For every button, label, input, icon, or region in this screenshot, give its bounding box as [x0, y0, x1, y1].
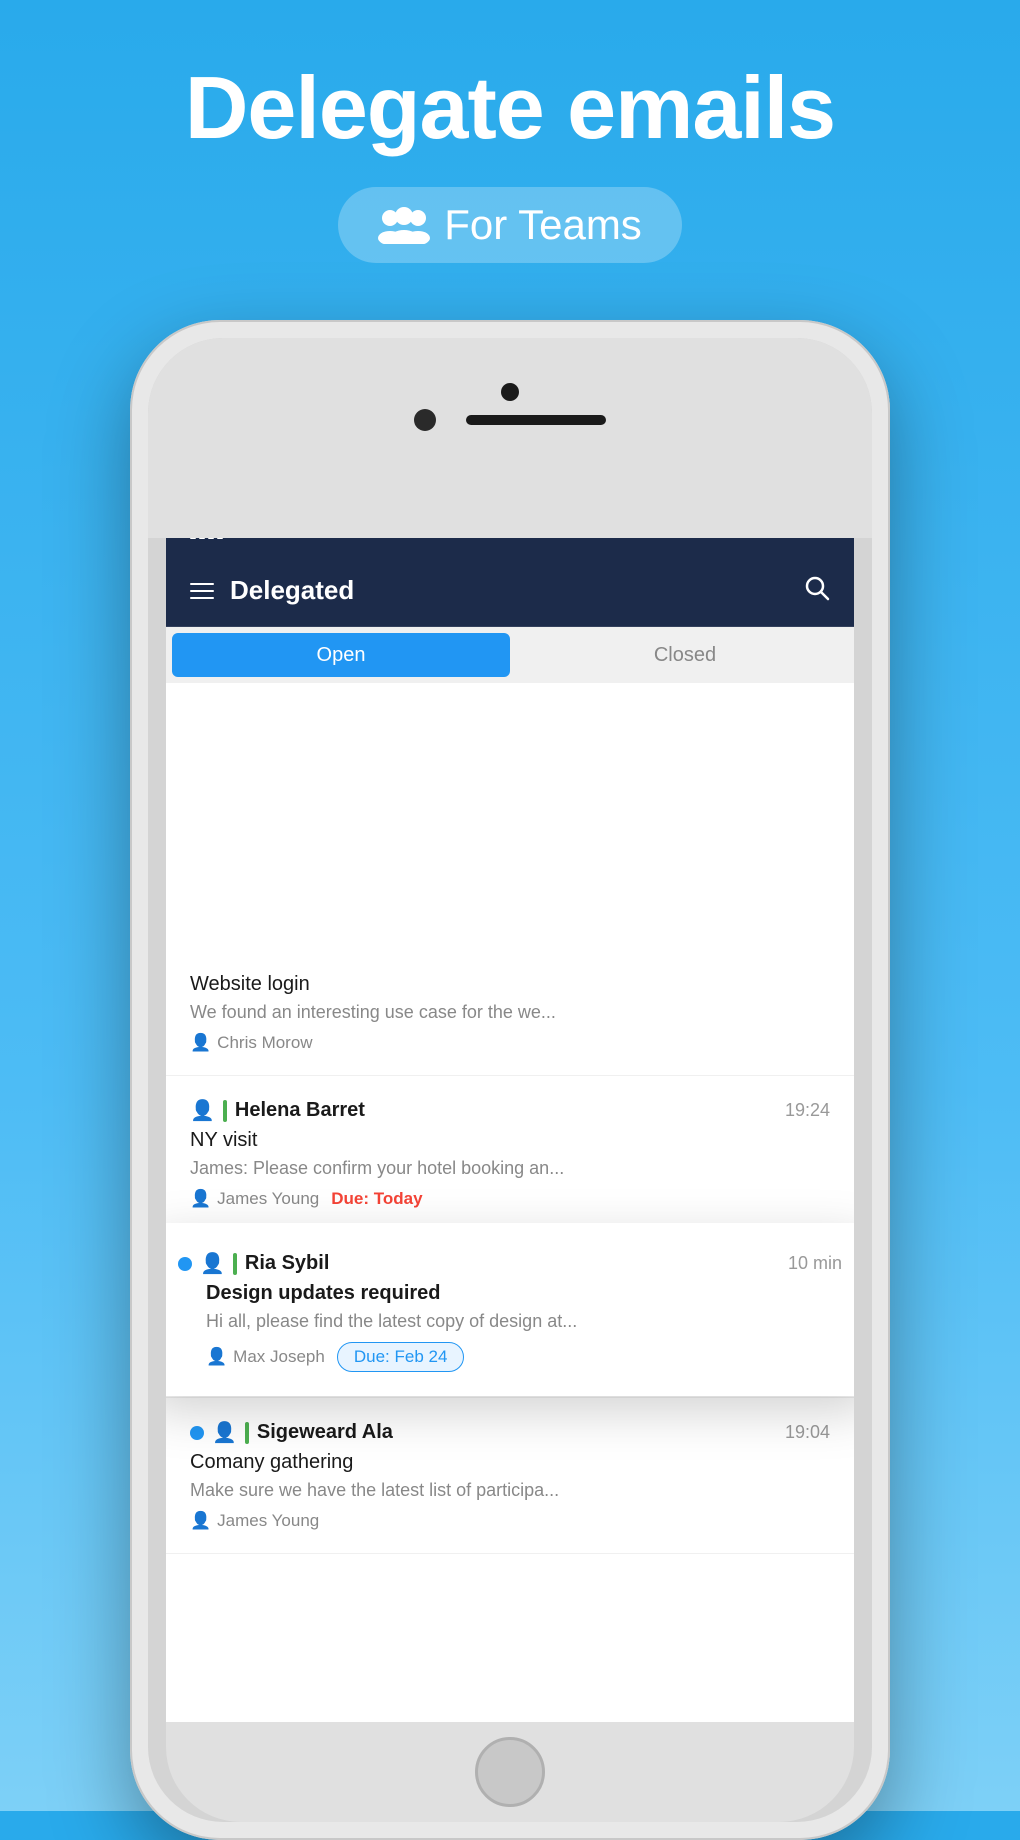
hamburger-line-3 — [190, 597, 214, 599]
priority-bar-5 — [245, 1422, 249, 1444]
email-item-top-5: 👤 Sigeweard Ala 19:04 — [190, 1420, 830, 1445]
menu-button[interactable] — [190, 583, 214, 599]
assignee-5: 👤 James Young — [190, 1511, 319, 1531]
assignee-name: Max Joseph — [233, 1347, 325, 1367]
email-preview-5: Make sure we have the latest list of par… — [190, 1480, 830, 1501]
front-camera-dot — [501, 383, 519, 401]
assignee-icon: 👤 — [206, 1347, 227, 1367]
email-meta-5: 👤 James Young — [190, 1511, 830, 1531]
assignee: 👤 Max Joseph — [206, 1347, 325, 1367]
email-item-top: 👤 Ria Sybil 10 min — [178, 1251, 842, 1276]
hero-section: Delegate emails For Teams — [0, 0, 1020, 263]
speaker-bar — [466, 415, 606, 425]
tab-open[interactable]: Open — [172, 633, 510, 677]
tabs-bar: Open Closed — [166, 627, 854, 683]
email-subject: Design updates required — [178, 1282, 842, 1305]
assignee-2: 👤 Chris Morow — [190, 1033, 313, 1053]
phone-screen: Readdle ∿ 12:21 — [166, 503, 854, 1722]
priority-bar-3 — [223, 1100, 227, 1122]
email-time-3: 19:24 — [785, 1100, 830, 1121]
sender-name: Ria Sybil — [245, 1252, 329, 1275]
search-icon — [804, 575, 830, 601]
assignee-3: 👤 James Young — [190, 1189, 319, 1209]
person-icon: 👤 — [200, 1251, 225, 1276]
due-badge-red: Due: Today — [331, 1189, 422, 1209]
hamburger-line-2 — [190, 590, 214, 592]
hamburger-line-1 — [190, 583, 214, 585]
assignee-icon-2: 👤 — [190, 1033, 211, 1053]
assignee-icon-3: 👤 — [190, 1189, 211, 1209]
email-preview: Hi all, please find the latest copy of d… — [178, 1311, 842, 1332]
email-item-top-3: 👤 Helena Barret 19:24 — [190, 1098, 830, 1123]
email-time-5: 19:04 — [785, 1422, 830, 1443]
header-left: Delegated — [190, 575, 354, 606]
email-item-sigeweard[interactable]: 👤 Sigeweard Ala 19:04 Comany gathering M… — [166, 1398, 854, 1554]
unread-dot — [178, 1257, 192, 1271]
due-badge: Due: Feb 24 — [337, 1342, 465, 1372]
email-item-helena[interactable]: 👤 Helena Barret 19:24 NY visit James: Pl… — [166, 1076, 854, 1232]
home-button[interactable] — [475, 1737, 545, 1807]
email-meta-3: 👤 James Young Due: Today — [190, 1189, 830, 1209]
sender-row-5: 👤 Sigeweard Ala — [190, 1420, 393, 1445]
email-item-website-login[interactable]: Website login We found an interesting us… — [166, 683, 854, 1076]
phone-bottom — [166, 1722, 854, 1822]
phone-inner: Readdle ∿ 12:21 — [148, 338, 872, 1822]
phone-top-row — [414, 409, 606, 431]
hero-title: Delegate emails — [0, 60, 1020, 157]
app-header: Delegated — [166, 555, 854, 627]
phone-wrapper: Readdle ∿ 12:21 — [130, 320, 890, 1840]
assignee-name-3: James Young — [217, 1189, 319, 1209]
tab-closed[interactable]: Closed — [516, 627, 854, 683]
person-icon-5: 👤 — [212, 1420, 237, 1445]
app-title: Delegated — [230, 575, 354, 606]
unread-dot-5 — [190, 1426, 204, 1440]
assignee-name-5: James Young — [217, 1511, 319, 1531]
sender-row: 👤 Ria Sybil — [178, 1251, 329, 1276]
email-meta-2: 👤 Chris Morow — [190, 1033, 830, 1053]
person-icon-3: 👤 — [190, 1098, 215, 1123]
email-preview-3: James: Please confirm your hotel booking… — [190, 1158, 830, 1179]
sender-name-3: Helena Barret — [235, 1099, 365, 1122]
priority-bar — [233, 1253, 237, 1275]
email-subject-3: NY visit — [190, 1129, 830, 1152]
sender-row-3: 👤 Helena Barret — [190, 1098, 365, 1123]
search-button[interactable] — [804, 575, 830, 606]
for-teams-badge: For Teams — [338, 187, 682, 263]
phone-top-area — [148, 338, 872, 538]
email-meta: 👤 Max Joseph Due: Feb 24 — [178, 1342, 842, 1372]
assignee-icon-5: 👤 — [190, 1511, 211, 1531]
email-preview-2: We found an interesting use case for the… — [190, 1002, 830, 1023]
sender-name-5: Sigeweard Ala — [257, 1421, 393, 1444]
email-subject-5: Comany gathering — [190, 1451, 830, 1474]
email-item-top-2: Website login — [190, 973, 830, 996]
sender-row-2: Website login — [190, 973, 310, 996]
phone-device: Readdle ∿ 12:21 — [130, 320, 890, 1840]
assignee-name-2: Chris Morow — [217, 1033, 312, 1053]
sender-name-2: Website login — [190, 973, 310, 996]
email-time: 10 min — [788, 1253, 842, 1274]
for-teams-label: For Teams — [444, 201, 642, 249]
team-icon — [378, 206, 430, 244]
front-camera — [414, 409, 436, 431]
floating-email-card[interactable]: 👤 Ria Sybil 10 min Design updates requir… — [166, 1223, 854, 1396]
email-list: 👤 Ria Sybil 10 min Design updates requir… — [166, 683, 854, 1554]
